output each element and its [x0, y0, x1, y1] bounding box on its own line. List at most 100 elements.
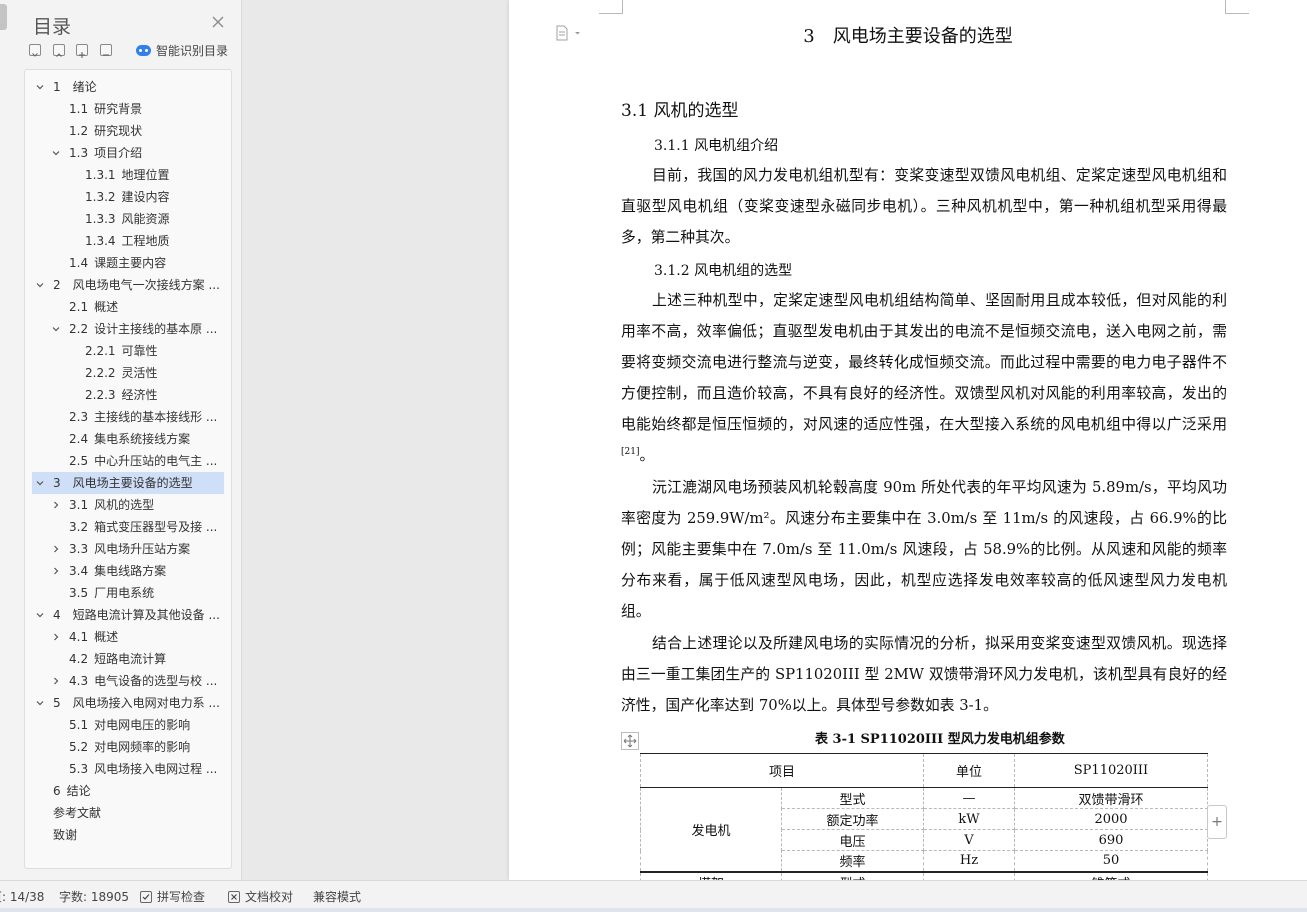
table-header-row: 项目 单位 SP11020III — [640, 753, 1208, 788]
toc-item[interactable]: 2.5 中心升压站的电气主 ... — [32, 450, 224, 472]
toc-item[interactable]: 1.1 研究背景 — [32, 98, 224, 120]
toc-item-label: 1.4 课题主要内容 — [69, 256, 167, 270]
toc-item[interactable]: 4.1 概述 — [32, 626, 224, 648]
toc-item[interactable]: 2.2.2 灵活性 — [32, 362, 224, 384]
toc-item-label: 2.2 设计主接线的基本原 ... — [69, 322, 218, 336]
word-count[interactable]: 字数: 18905 — [59, 888, 129, 905]
toc-item[interactable]: 2.1 概述 — [32, 296, 224, 318]
paragraph-end: 。 — [639, 447, 655, 464]
table-cell: Hz — [923, 850, 1015, 872]
toc-item-label: 2.1 概述 — [69, 300, 119, 314]
chevron-down-icon[interactable] — [36, 83, 44, 91]
toc-item[interactable]: 1.3.2 建设内容 — [32, 186, 224, 208]
toc-item[interactable]: 2.2 设计主接线的基本原 ... — [32, 318, 224, 340]
table-group-cell: 发电机 — [640, 787, 782, 872]
document-page[interactable]: 3 风电场主要设备的选型 3.1 风机的选型 3.1.1 风电机组介绍 目前，我… — [509, 0, 1307, 893]
toc-item-label: 3.1 风机的选型 — [69, 498, 155, 512]
chevron-down-icon[interactable] — [36, 699, 44, 707]
table-cell: — — [923, 787, 1015, 809]
crop-mark — [1225, 0, 1249, 14]
proofread-label: 文档校对 — [245, 890, 294, 904]
parameter-table[interactable]: 项目 单位 SP11020III 发电机 型式 — 双馈带滑环 额定功率 kW … — [640, 753, 1208, 893]
toc-item[interactable]: 参考文献 — [32, 802, 224, 824]
paragraph: 上述三种机型中，定桨定速型风电机组结构简单、坚固耐用且成本较低，但对风能的利用率… — [621, 285, 1227, 471]
toc-item-label: 3.5 厂用电系统 — [69, 586, 155, 600]
toc-item-label: 4.2 短路电流计算 — [69, 652, 167, 666]
paragraph-text: 上述三种机型中，定桨定速型风电机组结构简单、坚固耐用且成本较低，但对风能的利用率… — [621, 292, 1227, 433]
toc-item-label: 6 结论 — [53, 784, 91, 798]
toc-item-label: 1.3 项目介绍 — [69, 146, 143, 160]
page-indicator[interactable]: 页: 14/38 — [0, 888, 44, 905]
toc-panel: 目录 智能识别目录 1 绪论 1.1 研究背景 1.2 研究现状 1.3 项目介绍 1.… — [0, 0, 242, 880]
toc-item-label: 3.2 箱式变压器型号及接 ... — [69, 520, 218, 534]
toc-item[interactable]: 致谢 — [32, 824, 224, 846]
smart-toc-button[interactable]: 智能识别目录 — [136, 42, 228, 59]
toc-item[interactable]: 1.3.4 工程地质 — [32, 230, 224, 252]
toc-item[interactable]: 2 风电场电气一次接线方案 ... — [32, 274, 224, 296]
toc-item-label: 5 风电场接入电网对电力系 ... — [53, 696, 220, 710]
chevron-right-icon[interactable] — [52, 567, 60, 575]
table-cell: 690 — [1014, 829, 1208, 851]
toc-item[interactable]: 4.2 短路电流计算 — [32, 648, 224, 670]
toc-item[interactable]: 1 绪论 — [32, 76, 224, 98]
close-icon[interactable] — [210, 14, 226, 30]
toc-item[interactable]: 5.1 对电网电压的影响 — [32, 714, 224, 736]
toc-item[interactable]: 6 结论 — [32, 780, 224, 802]
toc-item-label: 1.2 研究现状 — [69, 124, 143, 138]
toc-item[interactable]: 1.2 研究现状 — [32, 120, 224, 142]
chevron-right-icon[interactable] — [52, 677, 60, 685]
chevron-down-icon[interactable] — [36, 611, 44, 619]
chevron-right-icon[interactable] — [52, 545, 60, 553]
expand-up-icon[interactable] — [53, 44, 65, 57]
table-header: 项目 — [640, 753, 924, 788]
table-move-handle[interactable] — [621, 732, 639, 750]
toc-item[interactable]: 2.4 集电系统接线方案 — [32, 428, 224, 450]
proofread-button[interactable]: 文档校对 — [228, 888, 293, 905]
toc-item[interactable]: 2.3 主接线的基本接线形 ... — [32, 406, 224, 428]
toc-item-label: 1.3.4 工程地质 — [85, 234, 170, 248]
table-cell: 电压 — [781, 829, 924, 851]
toc-item[interactable]: 2.2.1 可靠性 — [32, 340, 224, 362]
chevron-down-icon[interactable] — [52, 325, 60, 333]
bottom-strip — [0, 908, 1307, 912]
toc-item-label: 5.3 风电场接入电网过程 ... — [69, 762, 218, 776]
toc-item[interactable]: 3.1 风机的选型 — [32, 494, 224, 516]
toc-item-label: 4 短路电流计算及其他设备 ... — [53, 608, 220, 622]
citation[interactable]: [21] — [621, 447, 639, 457]
toc-item-label: 1 绪论 — [53, 80, 97, 94]
toc-item[interactable]: 1.3 项目介绍 — [32, 142, 224, 164]
toc-item[interactable]: 5 风电场接入电网对电力系 ... — [32, 692, 224, 714]
chevron-down-icon[interactable] — [52, 149, 60, 157]
chevron-down-icon[interactable] — [36, 281, 44, 289]
add-column-button[interactable]: + — [1207, 805, 1227, 839]
toc-item[interactable]: 5.3 风电场接入电网过程 ... — [32, 758, 224, 780]
add-heading-icon[interactable] — [76, 44, 88, 58]
toc-item[interactable]: 5.2 对电网频率的影响 — [32, 736, 224, 758]
collapse-all-icon[interactable] — [29, 44, 41, 57]
toc-item[interactable]: 4.3 电气设备的选型与校 ... — [32, 670, 224, 692]
toc-item[interactable]: 4 短路电流计算及其他设备 ... — [32, 604, 224, 626]
toc-item[interactable]: 1.4 课题主要内容 — [32, 252, 224, 274]
chevron-right-icon[interactable] — [52, 501, 60, 509]
toc-item[interactable]: 3.5 厂用电系统 — [32, 582, 224, 604]
toc-item-label: 4.1 概述 — [69, 630, 119, 644]
toc-item-label: 3.4 集电线路方案 — [69, 564, 167, 578]
toc-item-label: 2.2.1 可靠性 — [85, 344, 158, 358]
chevron-right-icon[interactable] — [52, 633, 60, 641]
toc-item[interactable]: 3 风电场主要设备的选型 — [32, 472, 224, 494]
scrollbar-thumb[interactable] — [0, 4, 7, 30]
paragraph: 目前，我国的风力发电机组机型有：变桨变速型双馈风电机组、定桨定速型风电机组和直驱… — [621, 167, 1227, 246]
chapter-title: 3 风电场主要设备的选型 — [803, 26, 1013, 47]
toc-item[interactable]: 1.3.1 地理位置 — [32, 164, 224, 186]
toc-item[interactable]: 3.2 箱式变压器型号及接 ... — [32, 516, 224, 538]
spell-check-button[interactable]: 拼写检查 — [140, 888, 205, 905]
compat-mode[interactable]: 兼容模式 — [313, 888, 361, 905]
toc-item[interactable]: 2.2.3 经济性 — [32, 384, 224, 406]
toc-item[interactable]: 1.3.3 风能资源 — [32, 208, 224, 230]
table-cell: 双馈带滑环 — [1014, 787, 1208, 809]
toc-item[interactable]: 3.3 风电场升压站方案 — [32, 538, 224, 560]
chevron-down-icon[interactable] — [36, 479, 44, 487]
toc-item[interactable]: 3.4 集电线路方案 — [32, 560, 224, 582]
remove-heading-icon[interactable] — [100, 44, 112, 56]
toc-item-label: 2.3 主接线的基本接线形 ... — [69, 410, 218, 424]
